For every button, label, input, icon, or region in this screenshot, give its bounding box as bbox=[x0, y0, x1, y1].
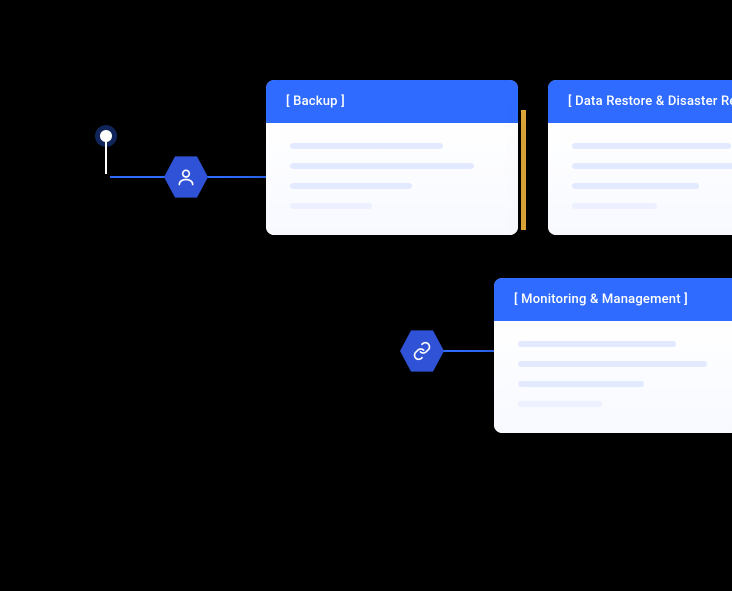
card-backup-body bbox=[266, 123, 518, 235]
connector-dot-stem bbox=[105, 140, 107, 174]
link-icon bbox=[412, 341, 432, 361]
card-backup-header: [ Backup ] bbox=[266, 80, 518, 123]
card-restore-title: [ Data Restore & Disaster Recovery ] bbox=[568, 94, 732, 109]
connector-user-to-backup bbox=[206, 176, 266, 178]
card-monitoring-body bbox=[494, 321, 732, 433]
card-monitoring-title: [ Monitoring & Management ] bbox=[514, 292, 688, 307]
diagram-stage: [ Backup ] [ Data Restore & Disaster Rec… bbox=[0, 0, 732, 591]
card-restore: [ Data Restore & Disaster Recovery ] bbox=[548, 80, 732, 235]
connector-link-to-monitoring bbox=[442, 350, 494, 352]
card-backup: [ Backup ] bbox=[266, 80, 518, 235]
card-restore-header: [ Data Restore & Disaster Recovery ] bbox=[548, 80, 732, 123]
link-node bbox=[400, 329, 444, 373]
card-backup-title: [ Backup ] bbox=[286, 94, 345, 109]
card-monitoring: [ Monitoring & Management ] bbox=[494, 278, 732, 433]
card-restore-body bbox=[548, 123, 732, 235]
card-monitoring-header: [ Monitoring & Management ] bbox=[494, 278, 732, 321]
user-icon bbox=[176, 167, 196, 187]
connector-dot-to-user bbox=[110, 176, 168, 178]
user-node bbox=[164, 155, 208, 199]
connector-backup-to-restore bbox=[521, 110, 526, 230]
